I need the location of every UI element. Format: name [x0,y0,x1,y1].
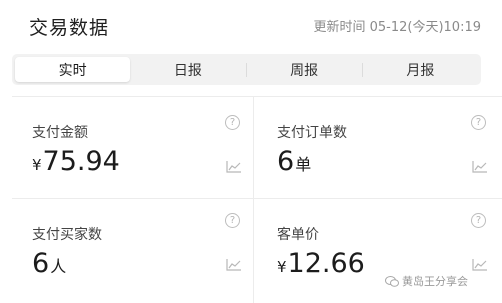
help-circle-icon[interactable]: ? [471,213,486,228]
divider [253,96,254,303]
metric-value: ¥75.94 [32,146,120,177]
metric-label: 客单价 [277,227,319,243]
help-circle-icon[interactable]: ? [471,115,486,130]
trend-chart-icon[interactable] [472,258,488,271]
metric-number: 6 [32,248,50,279]
tab-weekly[interactable]: 周报 [247,57,362,82]
divider [12,198,502,199]
metric-value: 6单 [277,146,311,177]
metrics-grid: 支付金额 ¥75.94 ? 支付订单数 6单 ? 支付买家数 6人 ? 客单价 … [12,96,502,303]
metric-value: ¥12.66 [277,248,365,279]
currency-symbol: ¥ [277,258,287,276]
metric-card-order-count[interactable]: 支付订单数 6单 ? [257,96,498,196]
metric-card-buyer-count[interactable]: 支付买家数 6人 ? [12,200,253,300]
help-circle-icon[interactable]: ? [225,115,240,130]
trend-chart-icon[interactable] [226,258,242,271]
metric-value: 6人 [32,248,66,279]
metric-label: 支付买家数 [32,227,102,243]
watermark-text: 黄岛王分享会 [402,275,468,288]
watermark: 黄岛王分享会 [385,273,468,289]
metric-card-payment-amount[interactable]: 支付金额 ¥75.94 ? [12,96,253,196]
tab-daily[interactable]: 日报 [130,57,245,82]
wechat-icon [385,275,399,287]
trend-chart-icon[interactable] [472,160,488,173]
page-title: 交易数据 [29,17,110,39]
update-time: 更新时间 05-12(今天)10:19 [313,20,481,35]
header: 交易数据 更新时间 05-12(今天)10:19 [0,0,502,50]
metric-unit: 单 [295,155,312,174]
metric-label: 支付订单数 [277,125,347,141]
metric-number: 12.66 [287,248,365,279]
metric-number: 6 [277,146,295,177]
metric-label: 支付金额 [32,125,88,141]
help-circle-icon[interactable]: ? [225,213,240,228]
trend-chart-icon[interactable] [226,160,242,173]
metric-unit: 人 [50,257,67,276]
period-tabs: 实时 日报 周报 月报 [12,54,481,85]
metric-number: 75.94 [42,146,120,177]
tab-realtime[interactable]: 实时 [15,57,131,82]
currency-symbol: ¥ [32,156,42,174]
tab-monthly[interactable]: 月报 [363,57,478,82]
